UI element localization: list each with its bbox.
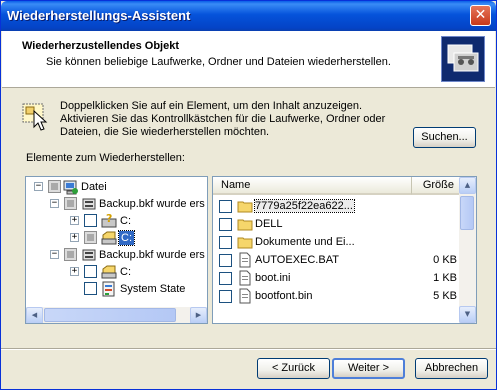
tree-label: System State <box>120 283 186 295</box>
scroll-down-button[interactable]: ▼ <box>459 306 476 323</box>
column-header-name[interactable]: Name <box>213 177 412 195</box>
wizard-body: Doppelklicken Sie auf ein Element, um de… <box>1 89 496 339</box>
collapse-toggle[interactable]: − <box>50 199 59 208</box>
tree-checkbox[interactable] <box>84 214 97 227</box>
back-button[interactable]: < Zurück <box>257 358 330 379</box>
restore-tree[interactable]: − Datei − Backup.bkf wurde ers + ? C: + … <box>25 176 208 324</box>
file-size: 0 KB <box>433 254 457 266</box>
expand-toggle[interactable]: + <box>70 233 79 242</box>
scroll-right-button[interactable]: ▶ <box>190 307 207 323</box>
svg-text:?: ? <box>106 213 112 225</box>
tree-horizontal-scrollbar[interactable]: ◀ ▶ <box>26 306 207 323</box>
file-name: Dokumente und Ei... <box>255 236 355 248</box>
wizard-header: Wiederherzustellendes Objekt Sie können … <box>2 31 495 88</box>
file-name: bootfont.bin <box>255 290 313 302</box>
page-subtitle: Sie können beliebige Laufwerke, Ordner u… <box>46 56 391 68</box>
elements-label: Elemente zum Wiederherstellen: <box>26 152 185 164</box>
file-checkbox[interactable] <box>219 236 232 249</box>
drive-icon <box>101 264 117 280</box>
title-bar[interactable]: Wiederherstellungs-Assistent ✕ <box>1 1 496 31</box>
file-checkbox[interactable] <box>219 290 232 303</box>
list-item[interactable]: boot.ini 1 KB <box>213 269 461 287</box>
scroll-up-button[interactable]: ▲ <box>459 177 476 194</box>
instruction-text: Doppelklicken Sie auf ein Element, um de… <box>60 100 386 138</box>
backup-media-icon <box>81 196 97 212</box>
file-list[interactable]: Name Größe 7779a25f22ea622... DELL Dokum… <box>212 176 477 324</box>
tree-node-drive-c-2[interactable]: + C: <box>26 230 206 246</box>
list-item[interactable]: AUTOEXEC.BAT 0 KB <box>213 251 461 269</box>
list-item[interactable]: bootfont.bin 5 KB <box>213 287 461 305</box>
tree-checkbox[interactable] <box>64 197 77 210</box>
file-checkbox[interactable] <box>219 254 232 267</box>
tree-node-backup-1[interactable]: − Backup.bkf wurde ers <box>26 196 206 212</box>
scroll-left-button[interactable]: ◀ <box>26 307 43 323</box>
restore-wizard-window: Wiederherstellungs-Assistent ✕ Wiederher… <box>0 0 497 390</box>
file-checkbox[interactable] <box>219 200 232 213</box>
computer-icon <box>63 179 79 195</box>
window-title: Wiederherstellungs-Assistent <box>7 8 191 23</box>
tree-label: Backup.bkf wurde ers <box>99 249 205 261</box>
expand-toggle[interactable]: + <box>70 216 79 225</box>
file-name: boot.ini <box>255 272 291 284</box>
tree-checkbox[interactable] <box>84 265 97 278</box>
file-name: AUTOEXEC.BAT <box>255 254 339 266</box>
folder-icon <box>237 198 253 214</box>
folder-icon <box>237 216 253 232</box>
close-button[interactable]: ✕ <box>470 5 491 26</box>
file-size: 1 KB <box>433 272 457 284</box>
tree-node-drive-c-3[interactable]: + C: <box>26 264 206 280</box>
backup-restore-icon <box>441 36 485 82</box>
scroll-thumb[interactable] <box>44 308 176 322</box>
system-state-icon <box>101 281 117 297</box>
footer-divider <box>1 348 496 350</box>
tree-checkbox[interactable] <box>84 282 97 295</box>
tree-label: C: <box>118 230 135 246</box>
tree-checkbox[interactable] <box>64 248 77 261</box>
tree-checkbox[interactable] <box>84 231 97 244</box>
file-size: 5 KB <box>433 290 457 302</box>
tree-node-backup-2[interactable]: − Backup.bkf wurde ers <box>26 247 206 263</box>
collapse-toggle[interactable]: − <box>50 250 59 259</box>
search-button[interactable]: Suchen... <box>413 127 476 148</box>
file-icon <box>237 252 253 268</box>
cursor-select-icon <box>22 101 52 131</box>
file-name: DELL <box>255 218 283 230</box>
tree-node-datei[interactable]: − Datei <box>26 179 206 195</box>
tree-label: Backup.bkf wurde ers <box>99 198 205 210</box>
tree-checkbox[interactable] <box>48 180 61 193</box>
list-item[interactable]: 7779a25f22ea622... <box>213 197 461 215</box>
file-icon <box>237 270 253 286</box>
cancel-button[interactable]: Abbrechen <box>415 358 488 379</box>
file-icon <box>237 288 253 304</box>
file-checkbox[interactable] <box>219 272 232 285</box>
backup-media-icon <box>81 247 97 263</box>
list-vertical-scrollbar[interactable]: ▲ ▼ <box>459 177 476 323</box>
file-checkbox[interactable] <box>219 218 232 231</box>
scroll-thumb[interactable] <box>460 196 474 230</box>
expand-toggle[interactable]: + <box>70 267 79 276</box>
page-title: Wiederherzustellendes Objekt <box>22 40 180 52</box>
drive-question-icon: ? <box>101 212 117 229</box>
tree-node-drive-c-1[interactable]: + ? C: <box>26 212 206 229</box>
tree-label: C: <box>120 266 131 278</box>
tree-label: C: <box>120 215 131 227</box>
list-item[interactable]: DELL <box>213 215 461 233</box>
next-button[interactable]: Weiter > <box>332 358 405 379</box>
tree-label: Datei <box>81 181 107 193</box>
collapse-toggle[interactable]: − <box>34 182 43 191</box>
file-name: 7779a25f22ea622... <box>254 199 355 213</box>
folder-icon <box>237 234 253 250</box>
list-item[interactable]: Dokumente und Ei... <box>213 233 461 251</box>
column-header-size[interactable]: Größe <box>412 177 460 195</box>
tree-node-system-state[interactable]: System State <box>26 281 206 297</box>
drive-icon <box>101 230 117 246</box>
